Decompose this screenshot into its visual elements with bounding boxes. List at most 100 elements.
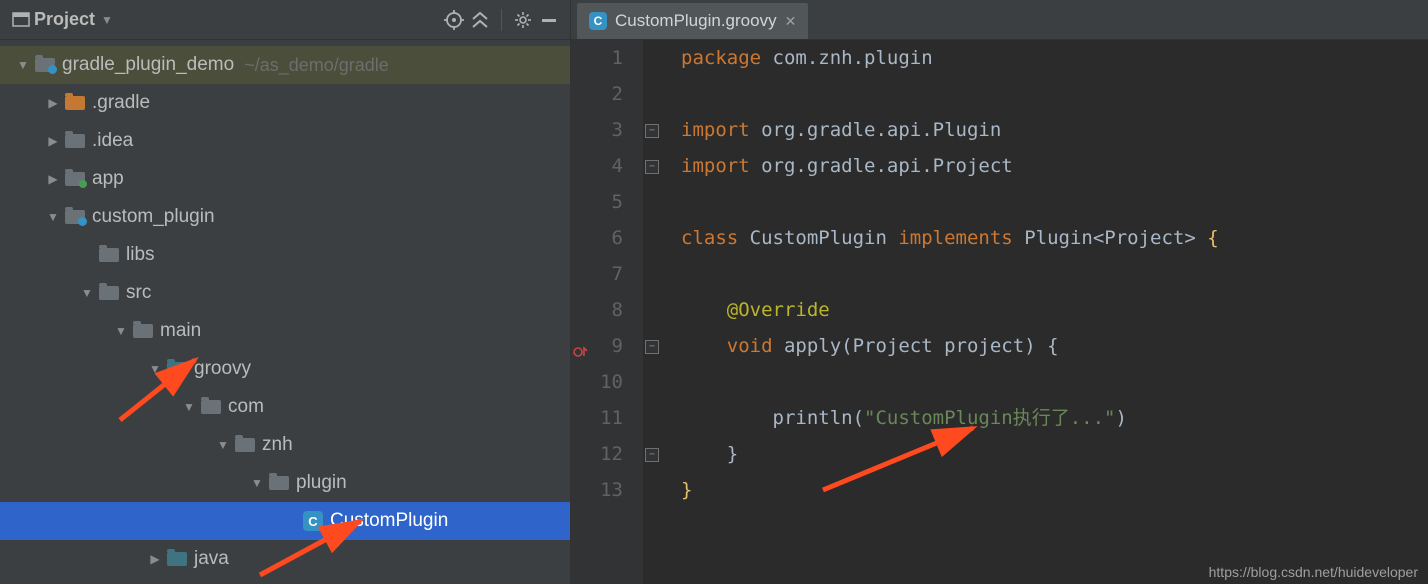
folder-icon <box>132 320 154 342</box>
line-number: 11 <box>571 400 623 436</box>
tree-row-custom-plugin[interactable]: custom_plugin <box>0 198 570 236</box>
close-icon[interactable]: ✕ <box>785 13 797 30</box>
project-sidebar: Project ▼ gradle_plugin_demo ~/as_demo/g… <box>0 0 570 584</box>
keyword: class <box>681 227 738 249</box>
folder-icon <box>98 282 120 304</box>
project-view-selector[interactable]: Project ▼ <box>34 9 113 30</box>
tree-row-src[interactable]: src <box>0 274 570 312</box>
tree-row-idea[interactable]: .idea <box>0 122 570 160</box>
expand-arrow-icon[interactable] <box>44 134 62 148</box>
tree-label: groovy <box>194 358 251 380</box>
code-text: org.gradle.api.Project <box>750 155 1013 177</box>
line-number: 13 <box>571 472 623 508</box>
keyword: void <box>727 335 773 357</box>
tree-row-groovy[interactable]: groovy <box>0 350 570 388</box>
tree-label: app <box>92 168 124 190</box>
source-folder-icon <box>166 358 188 380</box>
tree-label: .gradle <box>92 92 150 114</box>
tree-row-com[interactable]: com <box>0 388 570 426</box>
fold-column[interactable]: − − − − <box>643 40 663 584</box>
tree-label: CustomPlugin <box>330 510 448 532</box>
project-tree[interactable]: gradle_plugin_demo ~/as_demo/gradle .gra… <box>0 40 570 584</box>
line-number: 6 <box>571 220 623 256</box>
expand-arrow-icon[interactable] <box>248 476 266 490</box>
fold-toggle-icon[interactable]: − <box>645 124 659 138</box>
tree-label: src <box>126 282 151 304</box>
expand-arrow-icon[interactable] <box>44 210 62 224</box>
tree-row-gradle[interactable]: .gradle <box>0 84 570 122</box>
code-text: Plugin<Project> <box>1013 227 1207 249</box>
target-icon[interactable] <box>441 7 467 33</box>
gutter[interactable]: 1 2 3 4 5 6 7 8 9 10 11 12 13 <box>571 40 643 584</box>
tree-row-root[interactable]: gradle_plugin_demo ~/as_demo/gradle <box>0 46 570 84</box>
code-text: apply(Project project) { <box>773 335 1059 357</box>
keyword: import <box>681 119 750 141</box>
expand-arrow-icon[interactable] <box>44 96 62 110</box>
expand-arrow-icon[interactable] <box>44 172 62 186</box>
folder-icon <box>98 244 120 266</box>
tree-row-customplugin-class[interactable]: C CustomPlugin <box>0 502 570 540</box>
override-gutter-icon[interactable] <box>573 338 589 354</box>
tree-row-main[interactable]: main <box>0 312 570 350</box>
editor-tab-customplugin[interactable]: C CustomPlugin.groovy ✕ <box>577 3 808 39</box>
line-number: 10 <box>571 364 623 400</box>
fold-toggle-icon[interactable]: − <box>645 340 659 354</box>
code-text: CustomPlugin <box>738 227 898 249</box>
tree-label: com <box>228 396 264 418</box>
brace: { <box>1207 227 1218 249</box>
chevron-down-icon: ▼ <box>101 13 113 27</box>
code-text: ) <box>1116 407 1127 429</box>
editor-tabbar: C CustomPlugin.groovy ✕ <box>571 0 1428 40</box>
expand-arrow-icon[interactable] <box>78 286 96 300</box>
line-number: 2 <box>571 76 623 112</box>
fold-toggle-icon[interactable]: − <box>645 448 659 462</box>
line-number: 12 <box>571 436 623 472</box>
code-text: println( <box>681 407 864 429</box>
gear-icon[interactable] <box>510 7 536 33</box>
sidebar-header: Project ▼ <box>0 0 570 40</box>
editor-area: C CustomPlugin.groovy ✕ 1 2 3 4 5 6 7 8 … <box>570 0 1428 584</box>
gradle-folder-icon <box>34 54 56 76</box>
string-literal: "CustomPlugin执行了..." <box>864 407 1115 429</box>
tree-path-hint: ~/as_demo/gradle <box>244 55 389 76</box>
collapse-all-icon[interactable] <box>467 7 493 33</box>
package-folder-icon <box>268 472 290 494</box>
expand-arrow-icon[interactable] <box>14 58 32 72</box>
tree-label: custom_plugin <box>92 206 215 228</box>
project-window-icon <box>8 7 34 33</box>
tree-row-java[interactable]: java <box>0 540 570 578</box>
tree-row-plugin[interactable]: plugin <box>0 464 570 502</box>
code-area[interactable]: package com.znh.plugin import org.gradle… <box>663 40 1428 584</box>
line-number: 1 <box>571 40 623 76</box>
watermark: https://blog.csdn.net/huideveloper <box>1209 564 1418 580</box>
line-number: 5 <box>571 184 623 220</box>
gradle-folder-icon <box>64 206 86 228</box>
tree-row-libs[interactable]: libs <box>0 236 570 274</box>
tree-label: znh <box>262 434 293 456</box>
expand-arrow-icon[interactable] <box>214 438 232 452</box>
brace: } <box>681 479 692 501</box>
line-number: 7 <box>571 256 623 292</box>
fold-toggle-icon[interactable]: − <box>645 160 659 174</box>
class-file-icon: C <box>302 510 324 532</box>
expand-arrow-icon[interactable] <box>146 362 164 376</box>
tree-label: .idea <box>92 130 133 152</box>
tree-row-znh[interactable]: znh <box>0 426 570 464</box>
tree-label: main <box>160 320 201 342</box>
annotation: @Override <box>727 299 830 321</box>
tab-label: CustomPlugin.groovy <box>615 11 777 31</box>
hide-icon[interactable] <box>536 7 562 33</box>
divider <box>501 9 502 31</box>
code-text: org.gradle.api.Plugin <box>750 119 1002 141</box>
code-text: com.znh.plugin <box>761 47 933 69</box>
expand-arrow-icon[interactable] <box>180 400 198 414</box>
folder-icon <box>64 130 86 152</box>
keyword: package <box>681 47 761 69</box>
class-file-icon: C <box>589 12 607 30</box>
expand-arrow-icon[interactable] <box>146 552 164 566</box>
line-number: 4 <box>571 148 623 184</box>
editor-body: 1 2 3 4 5 6 7 8 9 10 11 12 13 − − − − pa… <box>571 40 1428 584</box>
tree-row-app[interactable]: app <box>0 160 570 198</box>
source-folder-icon <box>166 548 188 570</box>
expand-arrow-icon[interactable] <box>112 324 130 338</box>
